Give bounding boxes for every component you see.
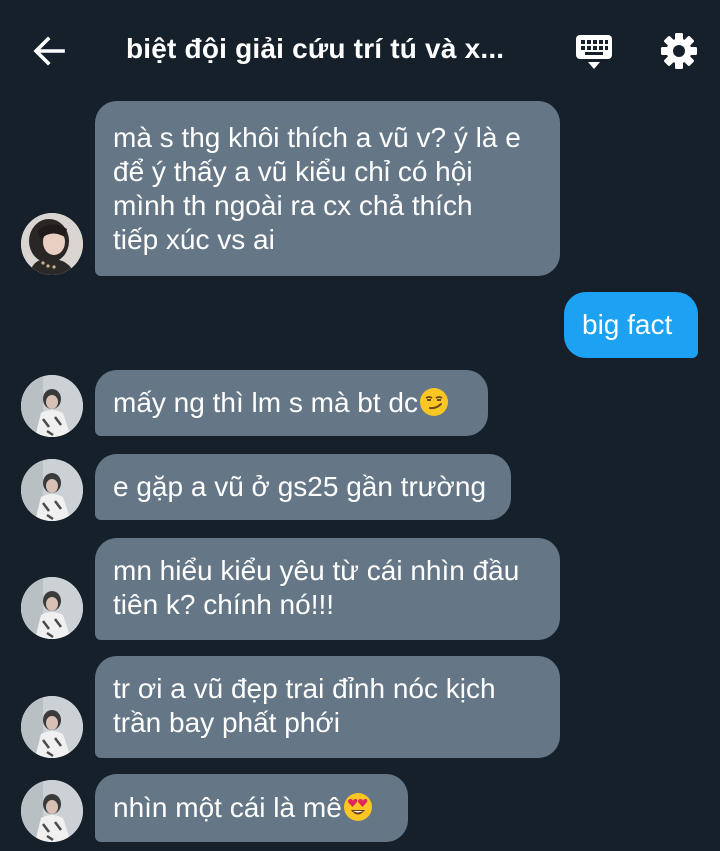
message-bubble[interactable]: mn hiểu kiểu yêu từ cái nhìn đầu tiên k?… [95,538,560,640]
message-line: nhìn một cái là mê [113,791,390,825]
smirk-emoji-icon [420,388,448,416]
message-text: tiên k? chính nó!!! [113,589,335,620]
avatar[interactable] [21,213,83,275]
gear-icon [661,33,697,69]
message-text: mn hiểu kiểu yêu từ cái nhìn đầu [113,555,520,586]
message-bubble[interactable]: nhìn một cái là mê [95,774,408,842]
avatar[interactable] [21,696,83,758]
message-text: nhìn một cái là mê [113,792,342,823]
keyboard-icon [576,35,612,69]
message-text: để ý thấy a vũ kiểu chỉ có hội [113,156,473,187]
settings-button[interactable] [659,31,699,71]
message-bubble[interactable]: mà s thg khôi thích a vũ v? ý là e để ý … [95,101,560,276]
message-bubble[interactable]: e gặp a vũ ở gs25 gần trường [95,454,511,520]
avatar[interactable] [21,577,83,639]
avatar[interactable] [21,780,83,842]
message-text: e gặp a vũ ở gs25 gần trường [113,471,487,502]
message-text: mấy ng thì lm s mà bt dc [113,387,418,418]
message-text: mà s thg khôi thích a vũ v? ý là e [113,122,521,153]
message-text: trần bay phất phới [113,707,340,738]
conversation-title: biệt đội giải cứu trí tú và x... [126,33,505,64]
avatar[interactable] [21,375,83,437]
message-bubble[interactable]: tr ơi a vũ đẹp trai đỉnh nóc kịch trần b… [95,656,560,758]
avatar[interactable] [21,459,83,521]
message-line: mấy ng thì lm s mà bt dc [113,386,470,420]
heart-eyes-emoji-icon [343,793,372,821]
message-text: big fact [582,309,673,340]
back-button[interactable] [30,32,68,70]
keyboard-button[interactable] [573,33,615,71]
message-text: tr ơi a vũ đẹp trai đỉnh nóc kịch [113,673,496,704]
message-bubble[interactable]: mấy ng thì lm s mà bt dc [95,370,488,436]
message-text: mình th ngoài ra cx chả thích [113,190,473,221]
message-text: tiếp xúc vs ai [113,224,275,255]
message-bubble[interactable]: big fact [564,292,698,358]
chat-header: biệt đội giải cứu trí tú và x... [0,0,720,98]
arrow-left-icon [33,36,65,66]
